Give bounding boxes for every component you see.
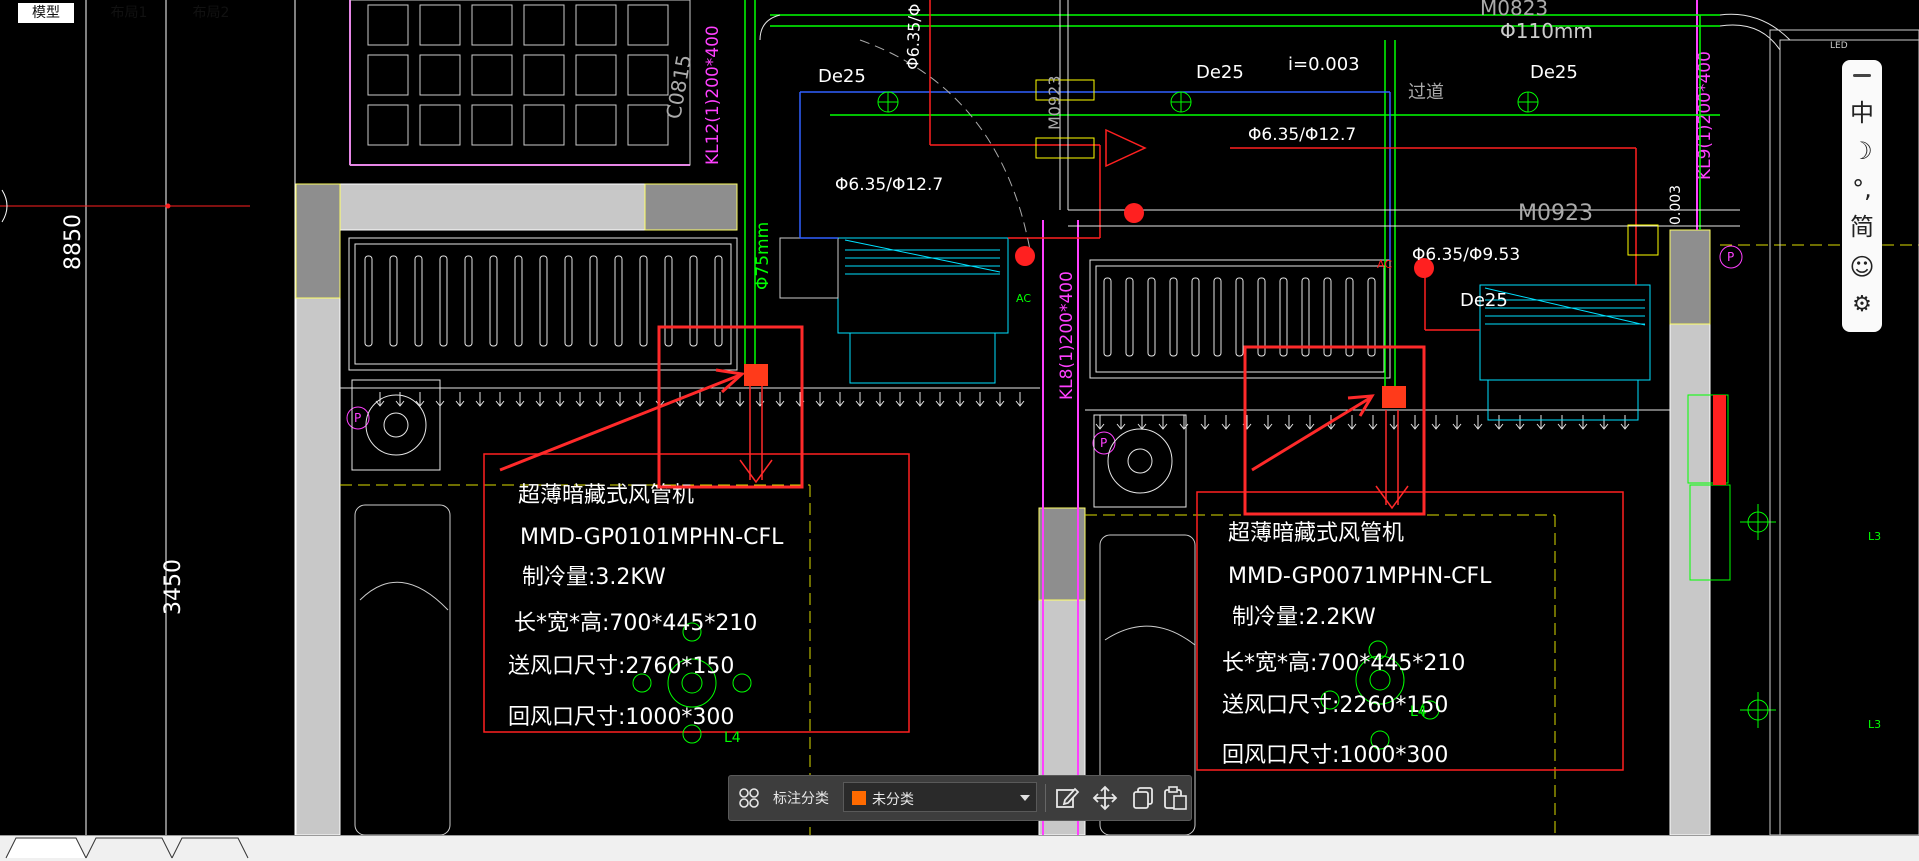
pipe-dia-75: Φ75mm [753, 222, 773, 290]
unit1-return: 回风口尺寸:1000*300 [508, 705, 734, 730]
unit1-cooling: 制冷量:3.2KW [522, 565, 666, 590]
category-selected-value: 未分类 [872, 792, 914, 808]
pipe-size-mid: Φ6.35/Φ12.7 [1248, 125, 1356, 145]
de25-label-b: De25 [1196, 62, 1244, 83]
tab-shapes [5, 837, 249, 859]
copy-icon[interactable] [1129, 784, 1157, 812]
p-marker-1: P [354, 411, 361, 425]
unit2-model: MMD-GP0071MPHN-CFL [1228, 564, 1492, 589]
edit-icon[interactable] [1053, 784, 1081, 812]
unit2-size: 长*宽*高:700*445*210 [1222, 651, 1465, 676]
pipe-label-top: Φ6.35/Φ [903, 3, 924, 70]
punctuation-toggle[interactable]: °, [1842, 172, 1882, 206]
tab-model[interactable]: 模型 [18, 3, 74, 23]
grid-icon[interactable] [737, 786, 761, 810]
pipe-size-right: Φ6.35/Φ9.53 [1412, 245, 1520, 265]
led-label: LED [1830, 41, 1848, 51]
ime-drag-handle[interactable] [1853, 74, 1871, 77]
radiator-red [1713, 395, 1726, 485]
simplified-toggle[interactable]: 简 [1842, 210, 1882, 244]
annotation-toolbar: 标注分类 未分类 [728, 775, 1192, 821]
ac-label-2: AC [1377, 258, 1392, 271]
drain-pipe-2 [1382, 386, 1406, 408]
tab-layout1[interactable]: 布局1 [98, 3, 160, 23]
tab-layout2[interactable]: 布局2 [182, 3, 240, 23]
gear-icon[interactable]: ⚙ [1842, 288, 1882, 322]
duct-size-110: Φ110mm [1500, 19, 1593, 43]
toolbar-divider [1045, 784, 1046, 812]
dim-8850: 8850 [61, 214, 86, 270]
moon-icon[interactable]: ☽ [1842, 134, 1882, 168]
door-m0923-vertical: M0923 [1045, 75, 1064, 130]
slope-label: i=0.003 [1288, 54, 1360, 75]
unit1-model: MMD-GP0101MPHN-CFL [520, 525, 784, 550]
de25-label-c: De25 [1530, 62, 1578, 83]
annotation-category-select[interactable]: 未分类 [843, 782, 1037, 812]
corridor-label: 过道 [1408, 82, 1444, 103]
unit2-cooling: 制冷量:2.2KW [1232, 605, 1376, 630]
door-m0823: M0823 [1480, 0, 1548, 20]
unit2-name: 超薄暗藏式风管机 [1228, 521, 1404, 546]
emoji-icon[interactable]: ☺ [1842, 250, 1882, 284]
annotation-category-label: 标注分类 [773, 791, 829, 807]
p-marker-2: P [1100, 436, 1107, 450]
paste-icon[interactable] [1161, 784, 1189, 812]
unit1-size: 长*宽*高:700*445*210 [514, 611, 757, 636]
de25-label-d: De25 [1460, 290, 1508, 311]
l3-label-a: L3 [1868, 530, 1881, 543]
p-marker-3: P [1727, 250, 1734, 264]
beam-kl8-label: KL8(1)200*400 [1057, 271, 1077, 400]
cad-drawing-canvas[interactable]: 8850 3450 KL12(1)200*400 KL8(1)200*400 K… [0, 0, 1919, 835]
pipe-size-left: Φ6.35/Φ12.7 [835, 175, 943, 195]
ime-toolbar: 中 ☽ °, 简 ☺ ⚙ [1842, 60, 1882, 332]
unit1-mark: L4 [724, 730, 741, 746]
l3-label-b: L3 [1868, 718, 1881, 731]
category-color-swatch [852, 791, 866, 805]
drain-pipe-1 [744, 364, 768, 386]
de25-label-a: De25 [818, 66, 866, 87]
chevron-down-icon [1020, 795, 1030, 801]
move-icon[interactable] [1091, 784, 1119, 812]
unit2-return: 回风口尺寸:1000*300 [1222, 743, 1448, 768]
door-m0923: M0923 [1518, 201, 1593, 226]
layout-tab-bar [0, 835, 1919, 861]
slope-0003: 0.003 [1668, 185, 1684, 225]
unit1-supply: 送风口尺寸:2760*150 [508, 654, 734, 679]
unit2-mark: L4 [1410, 704, 1427, 720]
ime-language-toggle[interactable]: 中 [1842, 96, 1882, 130]
beam-kl12-label: KL12(1)200*400 [703, 25, 723, 165]
ac-label-1: AC [1016, 292, 1031, 305]
dim-3450: 3450 [161, 559, 186, 615]
